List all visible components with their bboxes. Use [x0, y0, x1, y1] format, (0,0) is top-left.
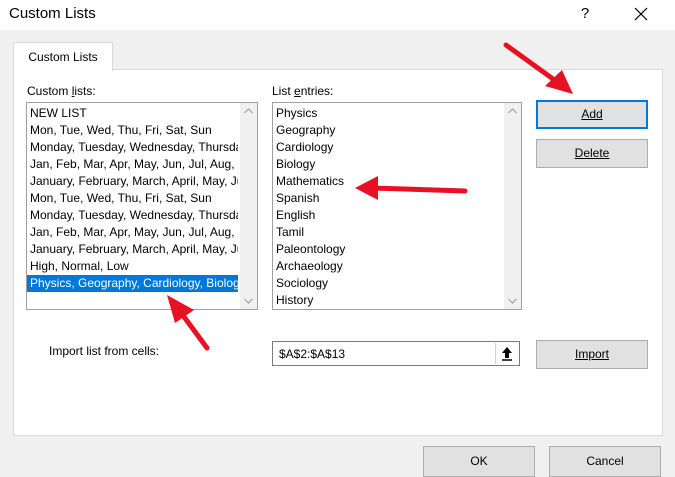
list-entry-line: Paleontology — [276, 242, 346, 256]
list-entry-line: History — [276, 293, 314, 307]
custom-list-item[interactable]: January, February, March, April, May, Ju… — [27, 241, 238, 258]
custom-list-item[interactable]: Monday, Tuesday, Wednesday, Thursday, Fr… — [27, 207, 238, 224]
import-label: Import list from cells: — [49, 344, 160, 358]
list-entry-line: Geography — [276, 123, 336, 137]
custom-lists-scrollbar[interactable] — [240, 103, 257, 309]
title-bar: Custom Lists ? — [0, 0, 675, 30]
tab-custom-lists[interactable]: Custom Lists — [13, 42, 113, 71]
scroll-down-icon[interactable] — [508, 298, 517, 304]
list-entry-line: Tamil — [276, 225, 305, 239]
list-entries-scrollbar[interactable] — [504, 103, 521, 309]
custom-lists-label: Custom lists: — [27, 84, 96, 98]
cancel-button[interactable]: Cancel — [549, 446, 661, 477]
list-entries-items: Physics Geography Cardiology Biology Mathema… — [273, 103, 502, 309]
scroll-up-icon[interactable] — [244, 108, 253, 114]
list-entry-line: Biology — [276, 157, 316, 171]
custom-list-item[interactable]: Mon, Tue, Wed, Thu, Fri, Sat, Sun — [27, 190, 238, 207]
scroll-down-icon[interactable] — [244, 298, 253, 304]
custom-list-item[interactable]: January, February, March, April, May, Ju… — [27, 173, 238, 190]
custom-list-item[interactable]: NEW LIST — [27, 105, 238, 122]
custom-list-item[interactable]: Jan, Feb, Mar, Apr, May, Jun, Jul, Aug, … — [27, 224, 238, 241]
collapse-dialog-button[interactable] — [495, 343, 518, 364]
import-range-value: $A$2:$A$13 — [279, 347, 346, 361]
custom-list-item[interactable]: Monday, Tuesday, Wednesday, Thursday, Fr… — [27, 139, 238, 156]
close-button[interactable] — [620, 0, 662, 28]
scroll-up-icon[interactable] — [508, 108, 517, 114]
list-entries-label: List entries: — [272, 84, 334, 98]
custom-list-item[interactable]: Mon, Tue, Wed, Thu, Fri, Sat, Sun — [27, 122, 238, 139]
custom-list-item[interactable]: High, Normal, Low — [27, 258, 238, 275]
help-button[interactable]: ? — [570, 2, 600, 26]
ok-button[interactable]: OK — [423, 446, 535, 477]
custom-list-item[interactable]: Physics, Geography, Cardiology, Biology,… — [27, 275, 238, 292]
custom-lists-listbox[interactable]: NEW LIST Mon, Tue, Wed, Thu, Fri, Sat, Su… — [26, 102, 258, 310]
list-entry-line: Physics — [276, 106, 318, 120]
import-range-input[interactable]: $A$2:$A$13 — [272, 341, 520, 366]
custom-lists-items: NEW LIST Mon, Tue, Wed, Thu, Fri, Sat, Su… — [27, 103, 238, 292]
list-entry-line: Sociology — [276, 276, 329, 290]
collapse-arrow-icon — [502, 347, 512, 361]
list-entry-line: English — [276, 208, 316, 222]
list-entries-textbox[interactable]: Physics Geography Cardiology Biology Mathema… — [272, 102, 522, 310]
list-entry-line: Archaeology — [276, 259, 343, 273]
add-button[interactable]: Add — [536, 100, 648, 129]
list-entry-line: Mathematics — [276, 174, 345, 188]
list-entry-line: Spanish — [276, 191, 320, 205]
custom-list-item[interactable]: Jan, Feb, Mar, Apr, May, Jun, Jul, Aug, … — [27, 156, 238, 173]
list-entry-line: Cardiology — [276, 140, 334, 154]
close-icon — [634, 7, 648, 21]
delete-button[interactable]: Delete — [536, 139, 648, 168]
window-title: Custom Lists — [9, 5, 96, 22]
import-button[interactable]: Import — [536, 340, 648, 369]
